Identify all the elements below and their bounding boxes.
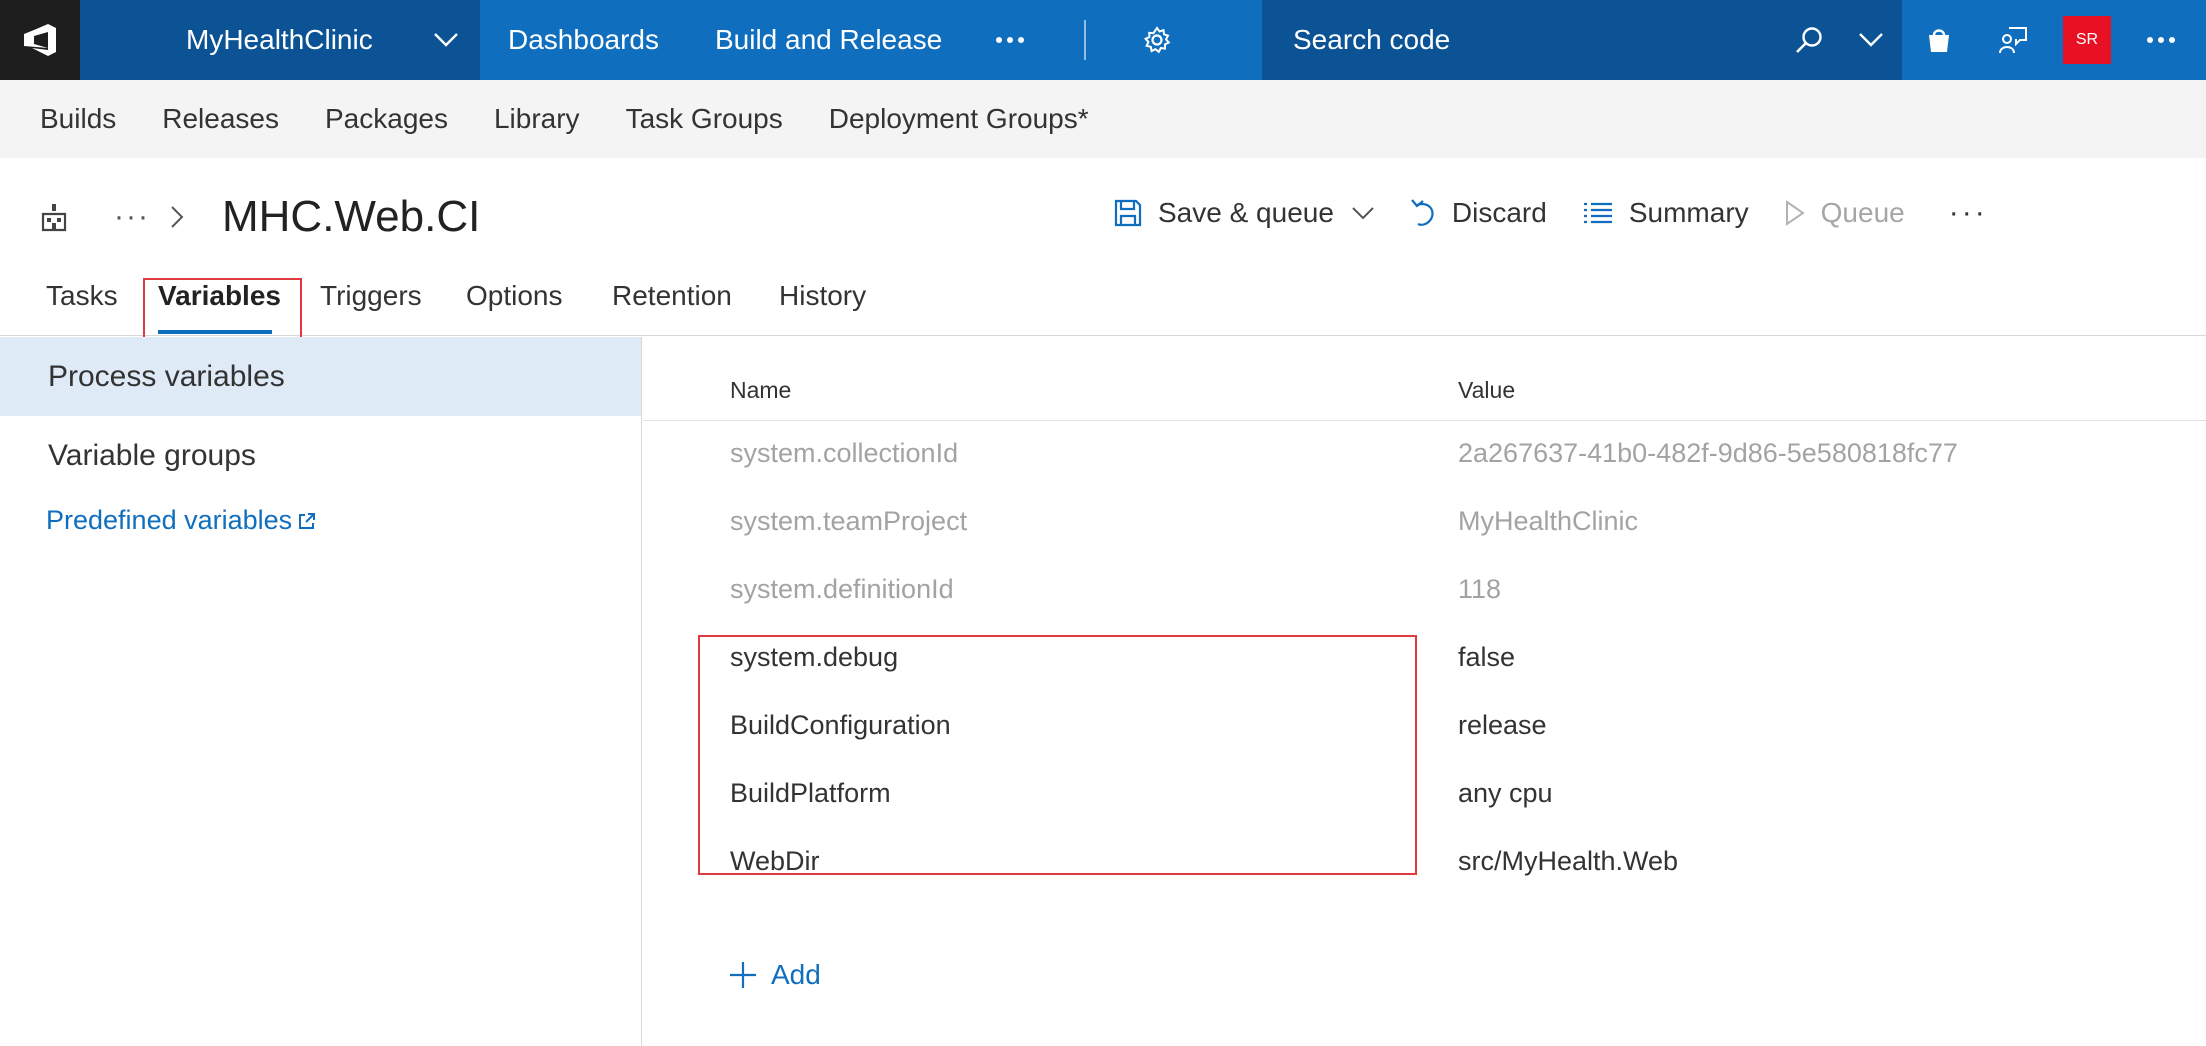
subnav-releases[interactable]: Releases [162,103,279,135]
tab-options[interactable]: Options [466,280,563,312]
discard-button[interactable]: Discard [1410,197,1547,229]
variables-side-panel: Process variables Variable groups Predef… [0,337,642,1046]
add-variable-label: Add [771,959,821,990]
breadcrumb: ··· MHC.Web.CI [40,192,480,242]
column-header-value: Value [1458,377,1516,403]
summary-label: Summary [1628,197,1749,228]
undo-icon [1411,199,1434,226]
queue-label: Queue [1820,197,1905,228]
subnav-packages[interactable]: Packages [325,103,448,135]
add-variable-button[interactable]: Add [729,959,821,991]
chevron-right-icon [171,206,184,228]
definition-header: ··· MHC.Web.CI Save & queue Discard Summ… [0,158,2206,268]
chevron-down-icon [1859,33,1883,47]
variable-value-cell: 118 [1458,574,1502,604]
search-button[interactable] [1778,0,1840,80]
feedback-icon [1999,27,2027,54]
tab-history[interactable]: History [779,280,866,312]
variable-value-cell: 2a267637-41b0-482f-9d86-5e580818fc77 [1458,438,1958,468]
hub-build-and-release[interactable]: Build and Release [687,0,970,80]
variable-groups-item[interactable]: Variable groups [0,416,641,495]
table-row: system.collectionId 2a267637-41b0-482f-9… [643,422,2206,490]
variable-name-cell: system.teamProject [730,506,968,536]
variable-value-cell[interactable]: false [1458,642,1515,673]
feedback-button[interactable] [1976,0,2050,80]
marketplace-button[interactable] [1902,0,1976,80]
tab-triggers[interactable]: Triggers [320,280,422,312]
tab-retention[interactable]: Retention [612,280,732,312]
summary-button[interactable]: Summary [1583,197,1749,229]
table-row: system.definitionId 118 [643,558,2206,626]
hub-dashboards[interactable]: Dashboards [480,0,687,80]
search-icon [1796,27,1822,53]
chevron-down-icon [1352,206,1374,219]
topbar-right-icons: SR [1902,0,2198,80]
avatar: SR [2063,16,2111,64]
settings-button[interactable] [1122,0,1192,80]
ellipsis-icon [2147,37,2175,43]
subnav-task-groups[interactable]: Task Groups [626,103,783,135]
definition-tabs: Tasks Variables Triggers Options Retenti… [0,268,2206,336]
variable-name-cell: system.collectionId [730,438,959,468]
topbar-divider [1084,20,1087,60]
shopping-bag-icon [1929,29,1949,52]
save-icon [1114,199,1142,227]
search-input[interactable] [1293,24,1778,56]
list-icon [1583,202,1612,224]
subnav-builds[interactable]: Builds [40,103,116,135]
process-variables-item[interactable]: Process variables [0,337,641,416]
search-options-button[interactable] [1840,0,1902,80]
variable-name-cell: system.definitionId [730,574,954,604]
subnav-library[interactable]: Library [494,103,580,135]
save-and-queue-label: Save & queue [1158,197,1334,228]
toolbar-more-button[interactable]: ··· [1949,196,1988,230]
project-name: MyHealthClinic [186,24,373,55]
table-row: system.teamProject MyHealthClinic [643,490,2206,558]
variables-grid: Name Value system.collectionId 2a267637-… [643,337,2206,1046]
save-and-queue-button[interactable]: Save & queue [1114,197,1374,229]
play-icon [1785,200,1805,226]
page-title: MHC.Web.CI [221,192,481,241]
queue-button[interactable]: Queue [1785,197,1905,229]
tab-tasks[interactable]: Tasks [46,280,118,312]
column-header-name: Name [730,377,792,403]
variable-value-cell[interactable]: release [1458,710,1547,741]
variable-value-cell[interactable]: src/MyHealth.Web [1458,846,1678,877]
variables-tab-highlight [143,278,302,345]
more-hubs-button[interactable] [970,0,1050,80]
build-definition-icon [41,204,67,232]
chevron-down-icon [434,33,458,47]
custom-variables-highlight [698,635,1417,875]
user-profile-button[interactable]: SR [2050,0,2124,80]
predefined-variables-label: Predefined variables [46,505,293,535]
plus-icon [730,962,756,988]
gear-icon [1144,26,1171,54]
search-box [1262,0,1902,80]
breadcrumb-more-button[interactable]: ··· [114,200,150,234]
discard-label: Discard [1451,197,1547,228]
more-options-button[interactable] [2124,0,2198,80]
project-selector[interactable]: MyHealthClinic [80,0,480,80]
vsts-logo-icon [24,24,56,56]
build-release-subnav: Builds Releases Packages Library Task Gr… [0,80,2206,158]
table-header: Name Value [643,337,2206,421]
variable-value-cell[interactable]: any cpu [1458,778,1553,809]
definition-toolbar: Save & queue Discard Summary Queue ··· [1114,188,1988,238]
vsts-logo[interactable] [0,0,80,80]
variable-value-cell: MyHealthClinic [1458,506,1639,536]
top-navigation-bar: MyHealthClinic Dashboards Build and Rele… [0,0,2206,80]
external-link-icon [299,512,316,529]
predefined-variables-link[interactable]: Predefined variables [0,505,641,536]
ellipsis-icon [996,37,1025,43]
subnav-deployment-groups[interactable]: Deployment Groups* [829,103,1089,135]
